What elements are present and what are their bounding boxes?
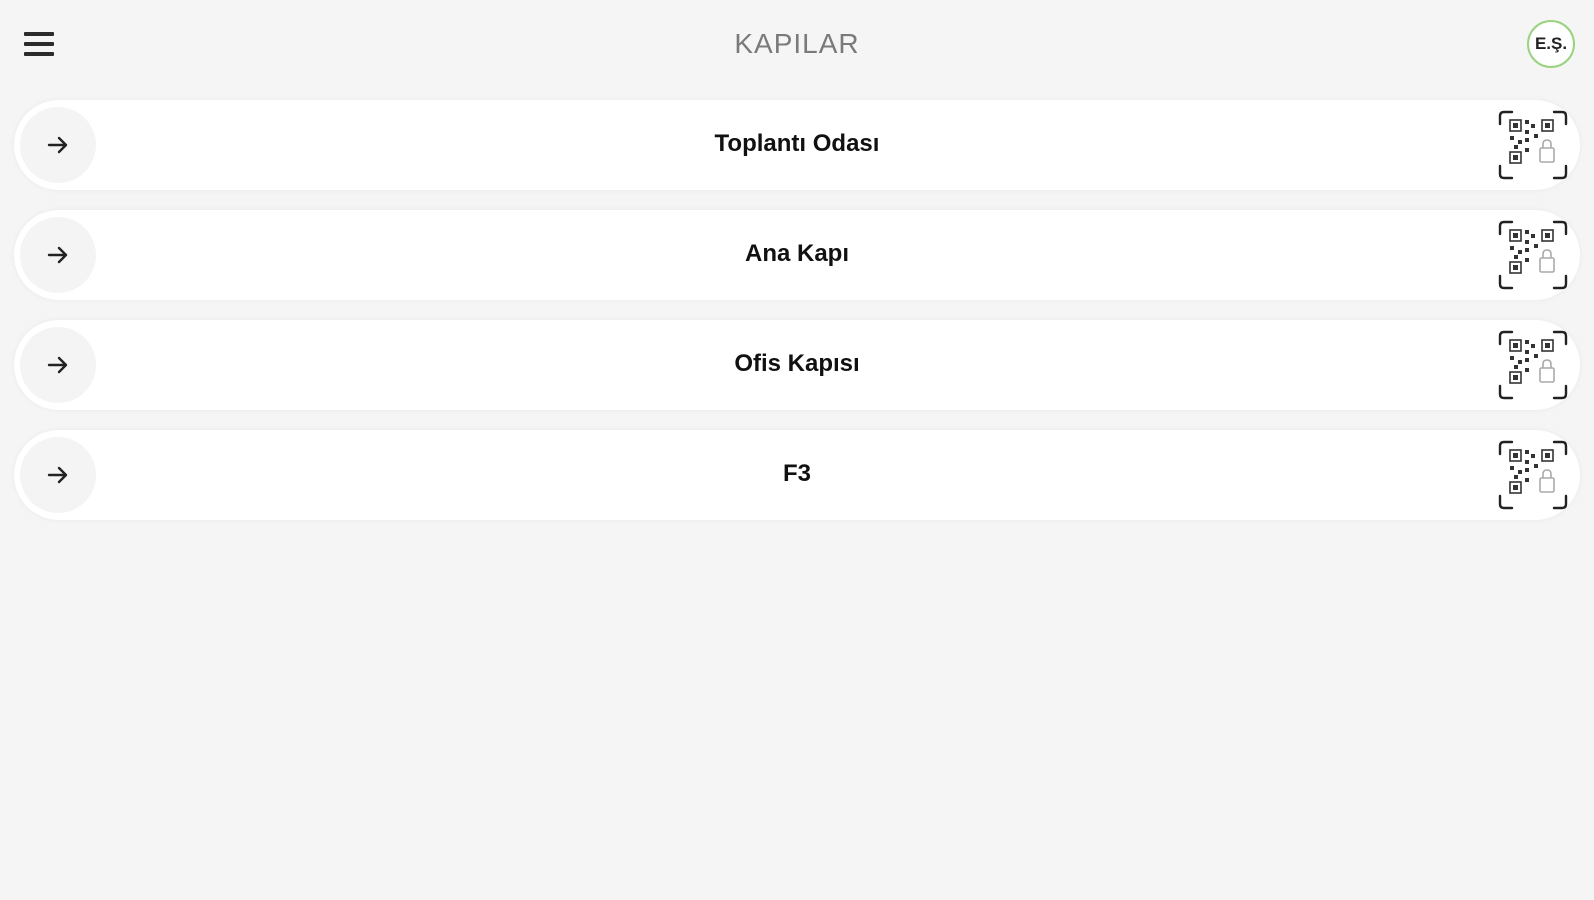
door-list-item[interactable]: Ana Kapı: [14, 210, 1580, 300]
door-name: F3: [782, 460, 811, 487]
page-title: KAPILAR: [734, 28, 860, 59]
door-list-item[interactable]: Ofis Kapısı: [14, 320, 1580, 410]
app-root: KAPILAR E.Ş. Toplantı Odası Ana Kapı Ofi…: [0, 0, 1594, 900]
qr-lock-icon[interactable]: [1496, 438, 1570, 512]
qr-lock-icon[interactable]: [1496, 218, 1570, 292]
door-name: Ana Kapı: [744, 240, 849, 267]
top-bar: KAPILAR E.Ş.: [0, 0, 1594, 90]
user-avatar[interactable]: E.Ş.: [1527, 20, 1575, 68]
door-list-item[interactable]: F3: [14, 430, 1580, 520]
qr-lock-icon[interactable]: [1496, 328, 1570, 402]
door-name: Ofis Kapısı: [734, 350, 860, 377]
door-list-item[interactable]: Toplantı Odası: [14, 100, 1580, 190]
door-name: Toplantı Odası: [714, 130, 880, 157]
qr-lock-icon[interactable]: [1496, 108, 1570, 182]
door-list: Toplantı Odası Ana Kapı Ofis Kapısı F3: [14, 100, 1580, 540]
